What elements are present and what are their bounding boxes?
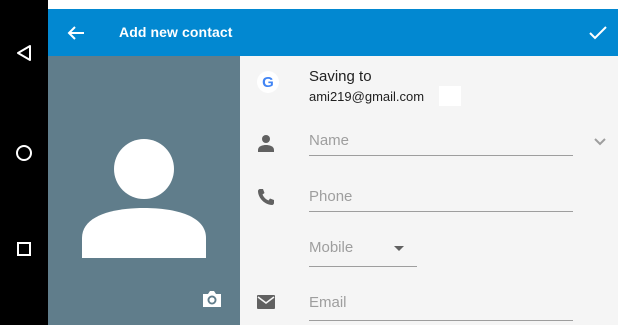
person-icon [258, 135, 274, 152]
page-title: Add new contact [119, 24, 233, 40]
dropdown-arrow-icon [394, 246, 404, 251]
email-field[interactable]: Email [309, 288, 573, 321]
chevron-down-icon[interactable] [592, 134, 608, 150]
google-icon: G [257, 71, 279, 93]
person-avatar-icon [82, 139, 206, 258]
system-home-button[interactable] [0, 133, 48, 173]
saving-to-label: Saving to [309, 68, 372, 85]
system-back-button[interactable] [0, 33, 48, 73]
phone-placeholder: Phone [309, 188, 353, 205]
contact-photo-panel[interactable] [48, 56, 240, 325]
email-placeholder: Email [309, 294, 347, 311]
phone-icon [258, 189, 274, 205]
name-placeholder: Name [309, 132, 350, 149]
circle-home-icon [16, 145, 32, 161]
account-selector-box [439, 86, 461, 106]
name-field[interactable]: Name [309, 126, 573, 156]
save-button[interactable] [584, 19, 612, 47]
phone-field[interactable]: Phone [309, 182, 573, 212]
contact-form: G Saving to ami219@gmail.com Name Phone … [240, 56, 618, 325]
email-icon [257, 295, 275, 309]
camera-icon[interactable] [201, 290, 223, 308]
triangle-back-icon [17, 45, 31, 61]
account-email[interactable]: ami219@gmail.com [309, 89, 424, 104]
system-recents-button[interactable] [0, 229, 48, 269]
back-button[interactable] [62, 19, 90, 47]
phone-type-value: Mobile [309, 239, 354, 256]
arrow-back-icon [67, 26, 84, 40]
app-bar: Add new contact [48, 9, 618, 56]
phone-type-select[interactable]: Mobile [309, 232, 417, 267]
check-icon [589, 26, 607, 40]
square-recents-icon [17, 242, 31, 256]
system-nav-bar [0, 0, 48, 325]
status-strip [48, 0, 618, 9]
